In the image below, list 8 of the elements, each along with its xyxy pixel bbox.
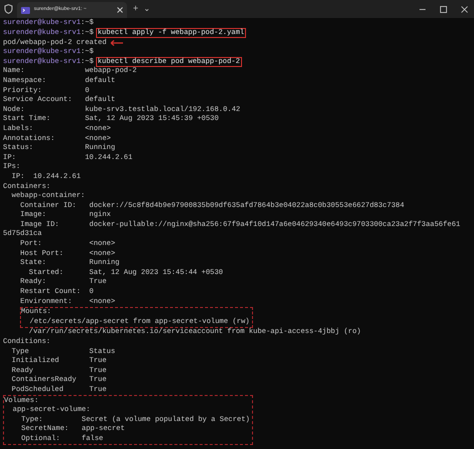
close-icon[interactable] [117,7,123,13]
dropdown-button[interactable]: ⌄ [143,3,150,15]
shield-icon[interactable] [4,4,13,14]
close-icon[interactable] [461,6,468,12]
arrow-icon [110,40,124,46]
terminal-icon [21,6,30,14]
new-tab-button[interactable]: + [133,2,138,16]
maximize-icon[interactable] [440,6,447,12]
